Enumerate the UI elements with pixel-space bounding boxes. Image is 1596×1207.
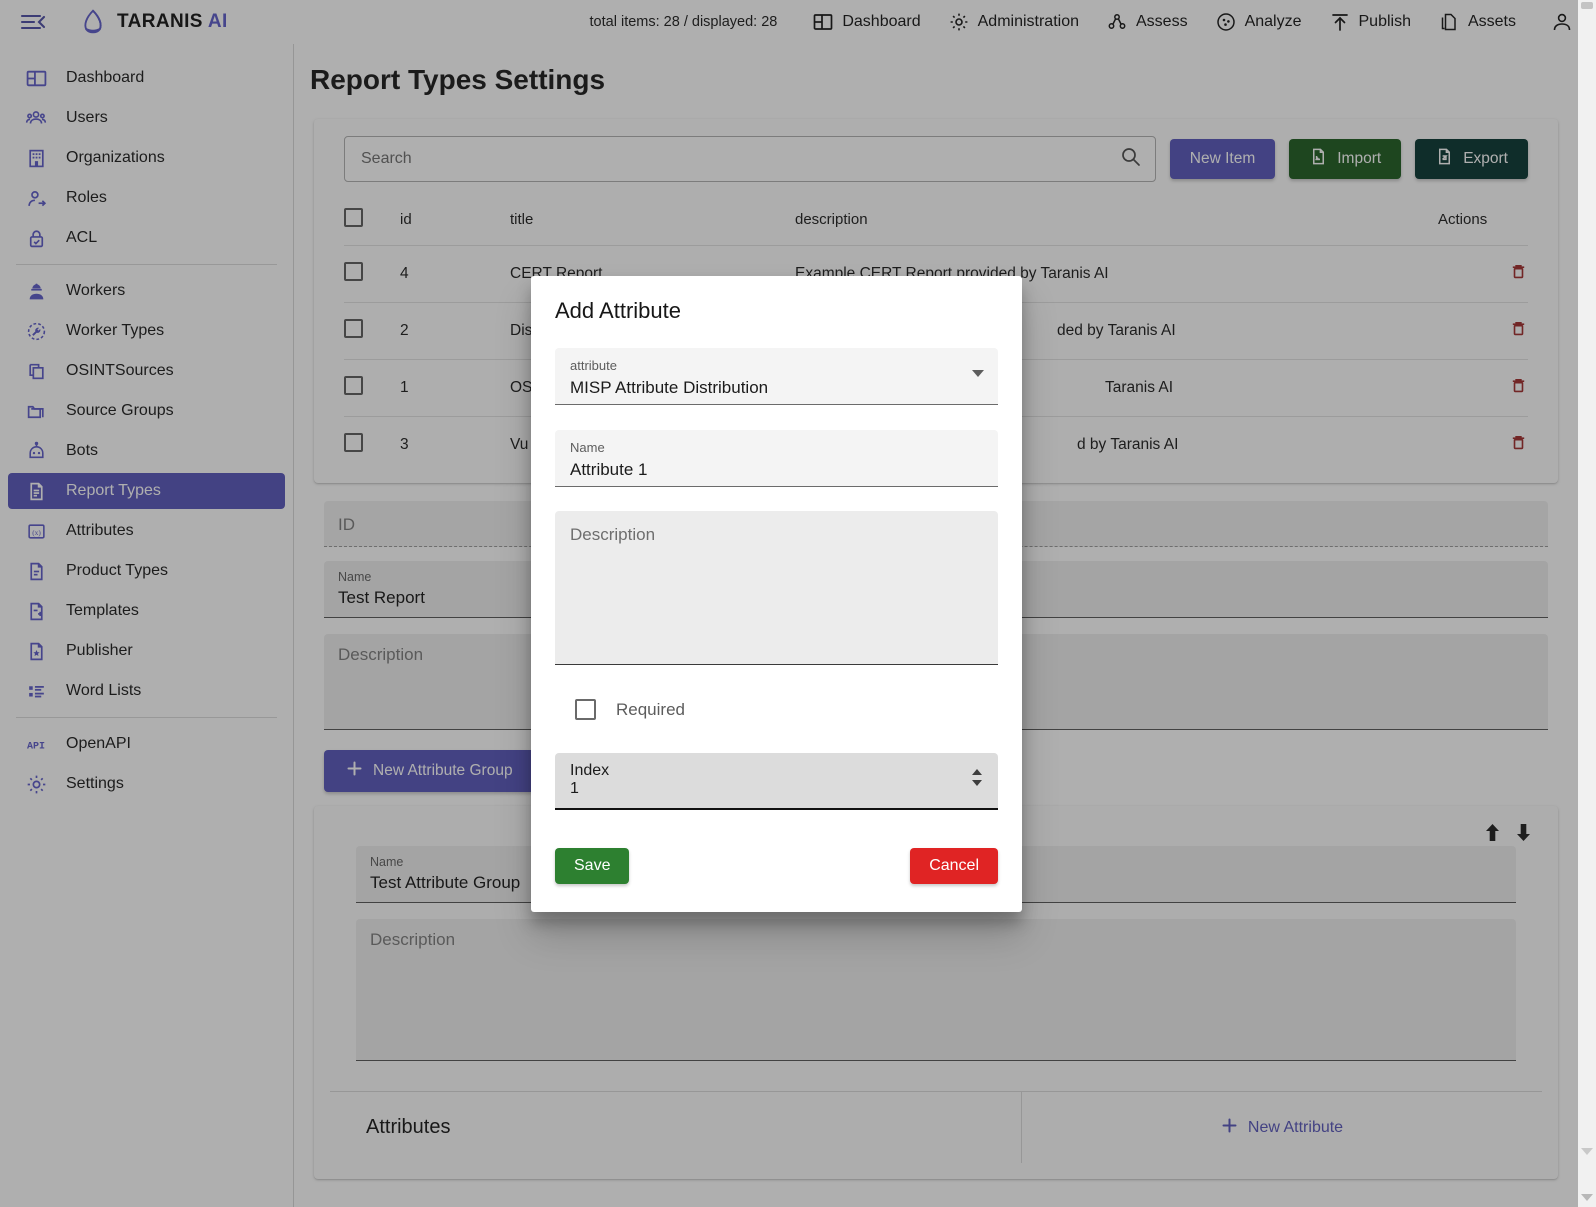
chevron-down-icon[interactable] xyxy=(972,370,984,377)
stepper-up-icon[interactable] xyxy=(972,769,982,775)
attribute-name-field[interactable]: Name Attribute 1 xyxy=(555,430,998,487)
required-checkbox-label: Required xyxy=(616,699,685,719)
stepper-down-icon[interactable] xyxy=(972,780,982,786)
required-checkbox[interactable] xyxy=(575,699,596,720)
required-checkbox-row[interactable]: Required xyxy=(555,699,998,720)
attribute-select-label: attribute xyxy=(570,358,617,373)
dialog-actions: Save Cancel xyxy=(531,810,1022,884)
add-attribute-dialog: Add Attribute attribute MISP Attribute D… xyxy=(531,276,1022,912)
cancel-button[interactable]: Cancel xyxy=(910,848,998,884)
attribute-description-placeholder: Description xyxy=(570,525,656,544)
index-value: 1 xyxy=(570,780,579,797)
attribute-select-value: MISP Attribute Distribution xyxy=(570,378,769,397)
dialog-body: attribute MISP Attribute Distribution Na… xyxy=(531,348,1022,810)
attribute-description-field[interactable]: Description xyxy=(555,511,998,665)
index-label: Index xyxy=(570,762,610,779)
index-field[interactable]: Index 1 xyxy=(555,753,998,810)
scrollbar-thumb[interactable] xyxy=(1581,2,1593,9)
attribute-select[interactable]: attribute MISP Attribute Distribution xyxy=(555,348,998,405)
attribute-name-label: Name xyxy=(570,440,605,455)
attribute-name-value: Attribute 1 xyxy=(570,460,648,479)
scrollbar-bottom-arrow[interactable] xyxy=(1581,1194,1593,1201)
scrollbar-down-arrow[interactable] xyxy=(1581,1148,1593,1155)
index-stepper[interactable] xyxy=(972,769,982,786)
dialog-title: Add Attribute xyxy=(555,298,681,323)
save-button[interactable]: Save xyxy=(555,848,630,884)
page-scrollbar[interactable] xyxy=(1578,0,1596,1207)
